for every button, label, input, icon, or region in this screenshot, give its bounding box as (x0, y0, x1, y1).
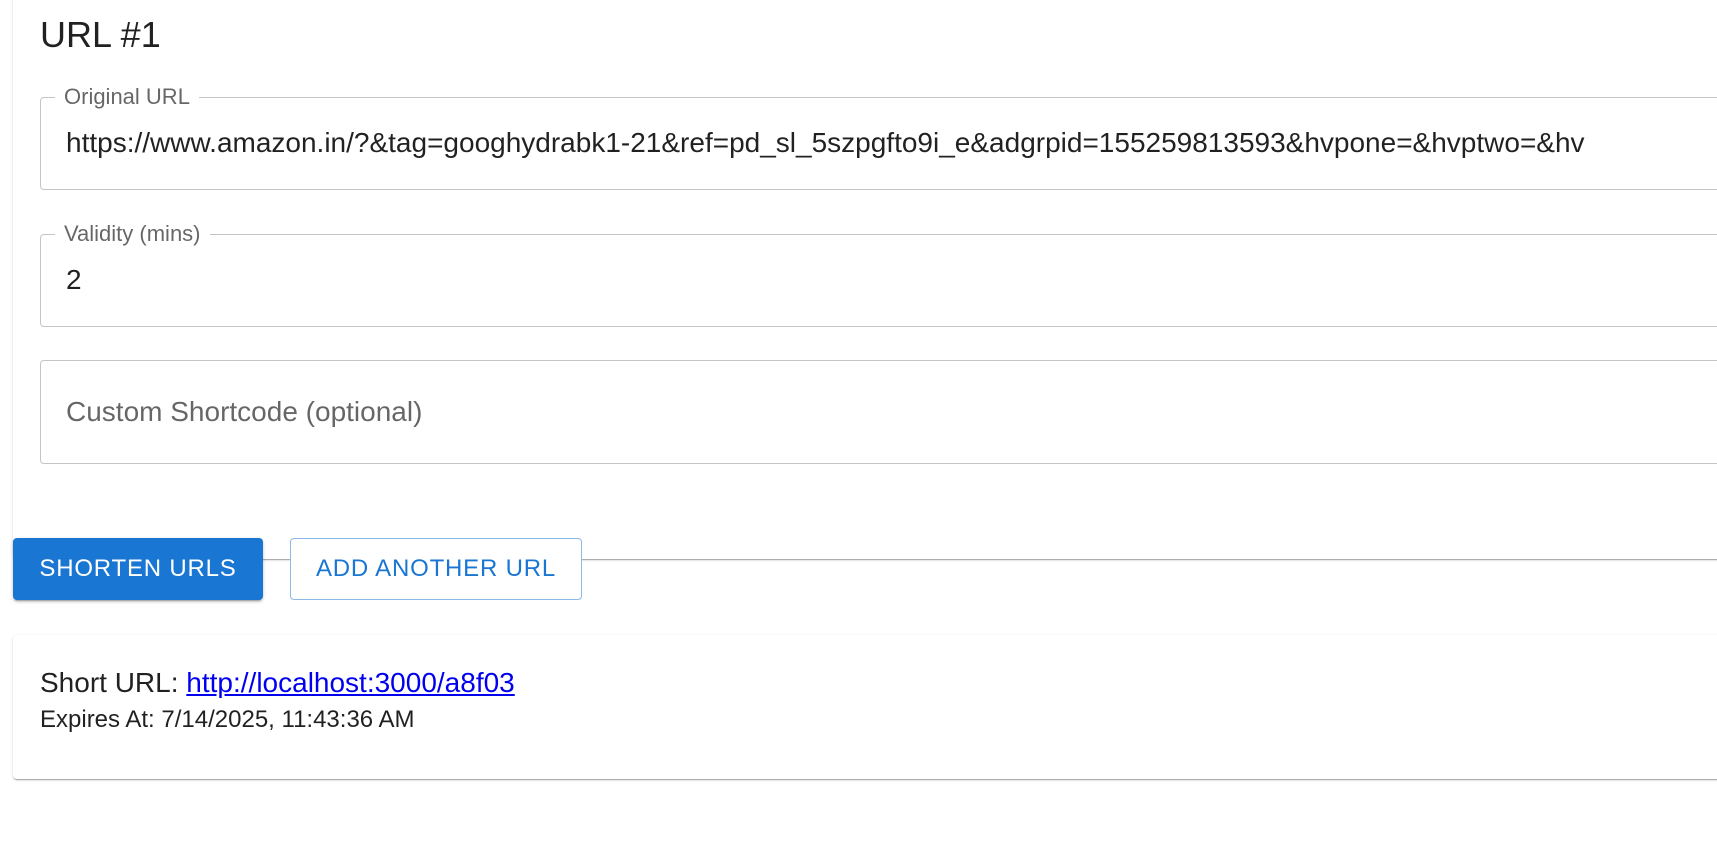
short-url-row: Short URL: http://localhost:3000/a8f03 (40, 667, 515, 699)
expires-label: Expires At: (40, 706, 155, 733)
short-url-link[interactable]: http://localhost:3000/a8f03 (186, 667, 514, 698)
result-card: Short URL: http://localhost:3000/a8f03 E… (13, 635, 1717, 779)
original-url-input[interactable] (66, 96, 1717, 190)
url-form-card: URL #1 Original URL Validity (mins) (13, 0, 1717, 559)
custom-shortcode-input[interactable] (66, 360, 1717, 464)
add-another-url-button[interactable]: ADD ANOTHER URL (290, 538, 582, 600)
custom-shortcode-field[interactable] (40, 360, 1717, 464)
shorten-urls-button[interactable]: SHORTEN URLS (13, 538, 263, 600)
validity-field[interactable]: Validity (mins) (40, 223, 1717, 327)
short-url-label: Short URL: (40, 667, 179, 698)
url-entry-heading: URL #1 (40, 14, 161, 55)
original-url-field[interactable]: Original URL (40, 86, 1717, 190)
validity-input[interactable] (66, 233, 1717, 327)
expires-value: 7/14/2025, 11:43:36 AM (161, 706, 415, 733)
expires-row: Expires At: 7/14/2025, 11:43:36 AM (40, 706, 414, 734)
